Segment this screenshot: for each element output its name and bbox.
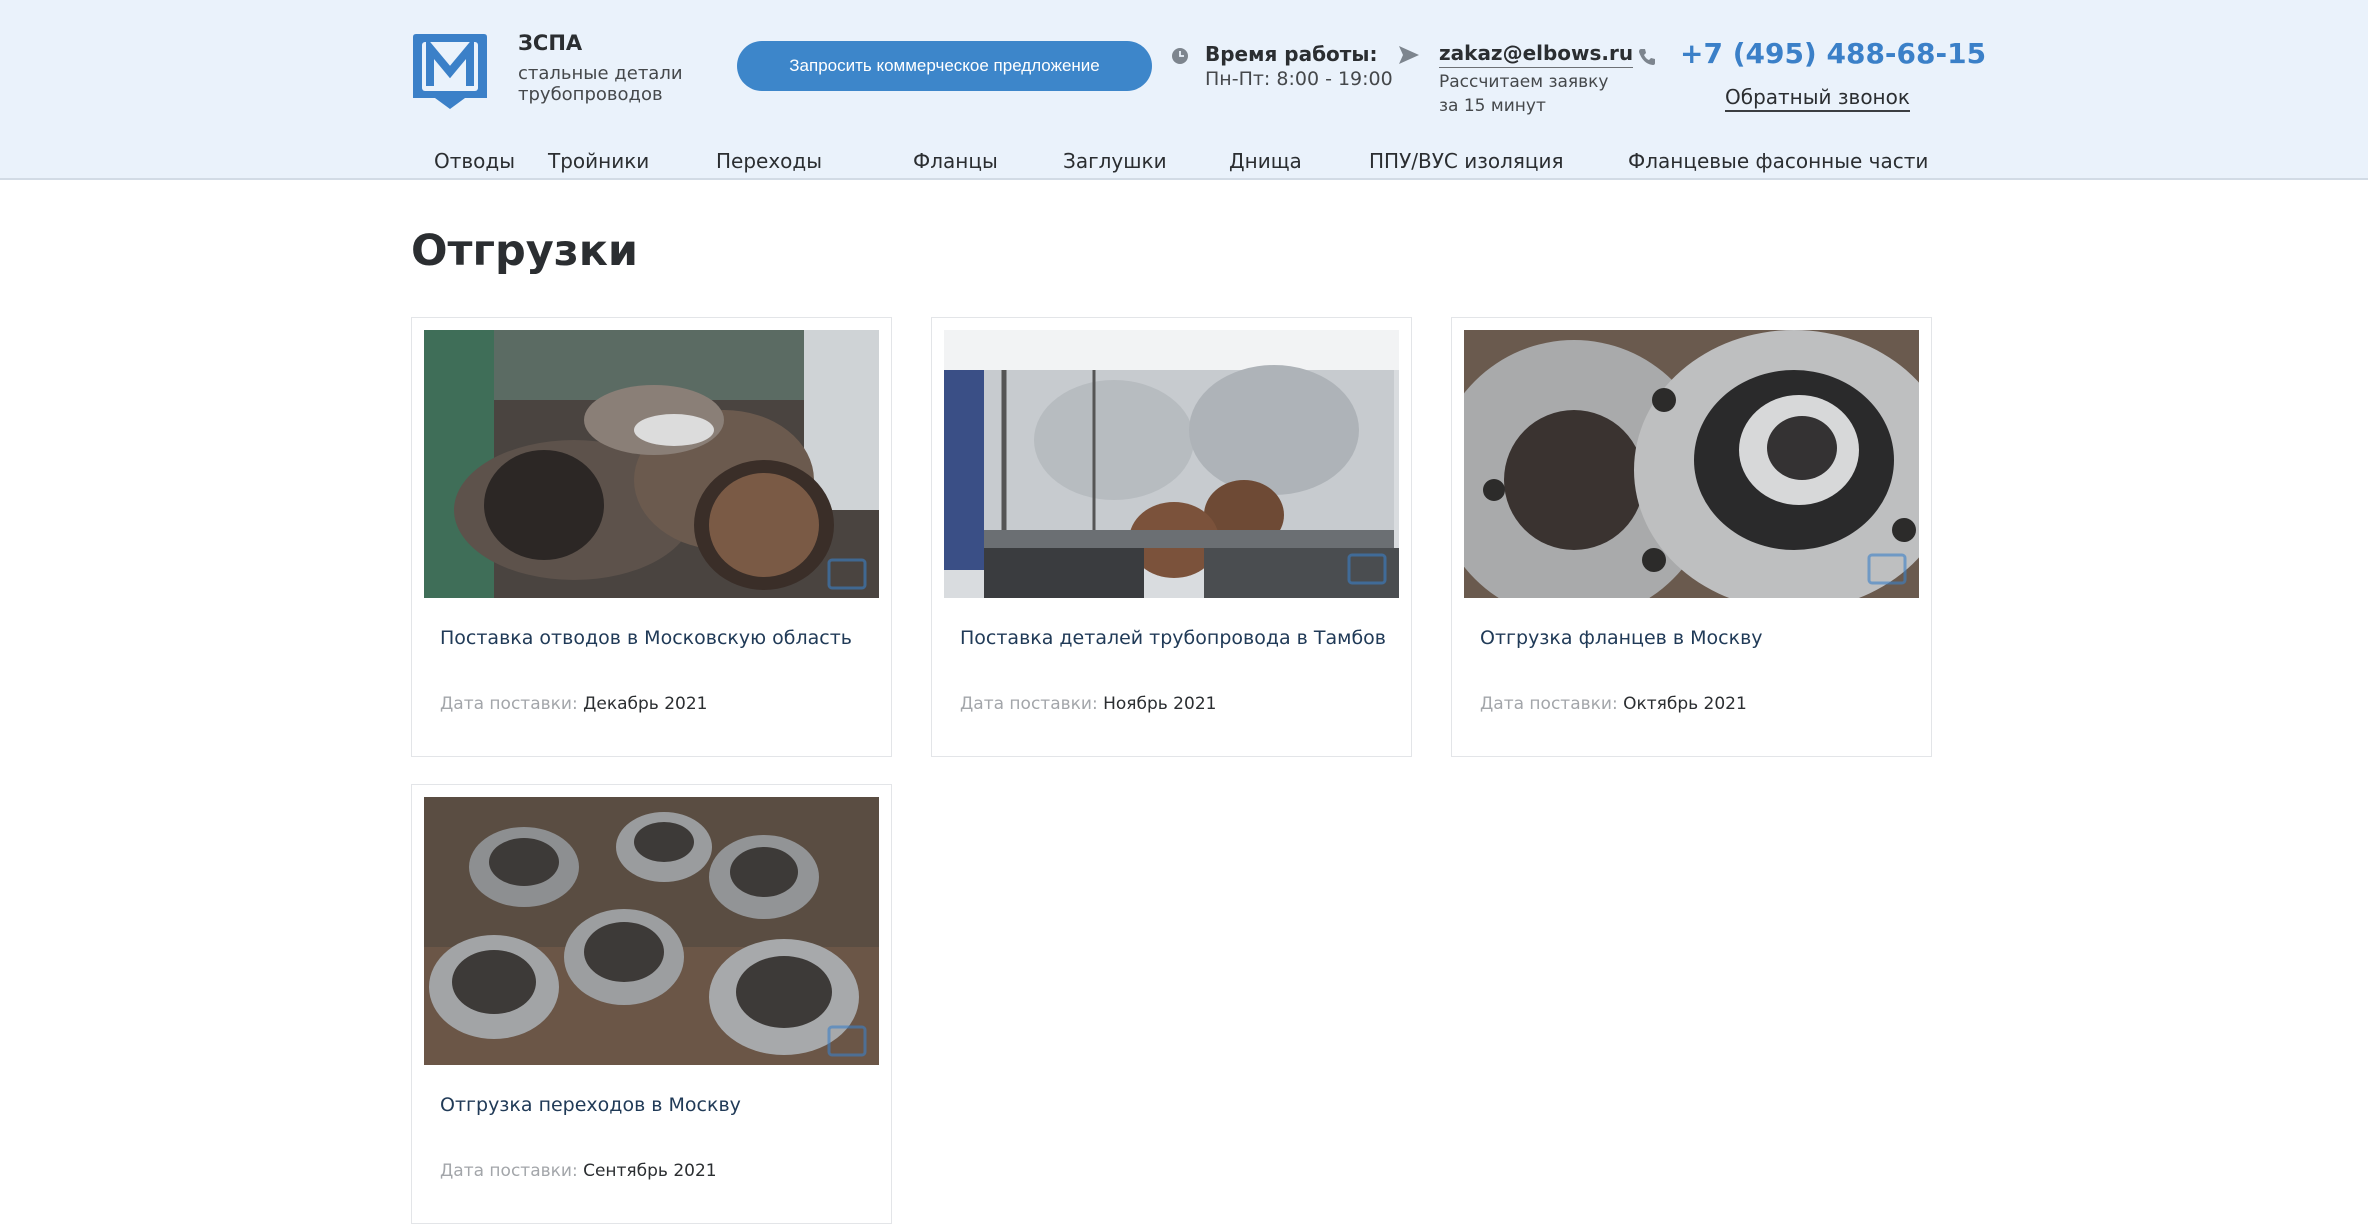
- nav-item-elbows[interactable]: Отводы: [434, 149, 515, 173]
- shipment-date: Дата поставки: Декабрь 2021: [440, 694, 707, 714]
- nav-item-caps[interactable]: Заглушки: [1063, 149, 1167, 173]
- working-hours-value: Пн-Пт: 8:00 - 19:00: [1205, 68, 1393, 90]
- brand-name: ЗСПА: [518, 31, 583, 55]
- request-offer-button[interactable]: Запросить коммерческое предложение: [737, 41, 1152, 91]
- shipment-card[interactable]: Поставка отводов в Московскую область Да…: [411, 317, 892, 757]
- site-header: ЗСПА стальные детали трубопроводов Запро…: [0, 0, 2368, 180]
- shipment-card[interactable]: Поставка деталей трубопровода в Тамбов Д…: [931, 317, 1412, 757]
- date-value: Октябрь 2021: [1623, 694, 1747, 714]
- working-hours-title: Время работы:: [1205, 42, 1378, 66]
- date-label: Дата поставки:: [1480, 694, 1618, 714]
- nav-item-heads[interactable]: Днища: [1229, 149, 1302, 173]
- shipment-date: Дата поставки: Ноябрь 2021: [960, 694, 1216, 714]
- shipment-date: Дата поставки: Сентябрь 2021: [440, 1161, 717, 1181]
- shipment-card[interactable]: Отгрузка переходов в Москву Дата поставк…: [411, 784, 892, 1224]
- shipment-title[interactable]: Отгрузка фланцев в Москву: [1480, 625, 1910, 651]
- date-value: Декабрь 2021: [583, 694, 708, 714]
- nav-item-reducers[interactable]: Переходы: [716, 149, 822, 173]
- shipment-card[interactable]: Отгрузка фланцев в Москву Дата поставки:…: [1451, 317, 1932, 757]
- nav-item-tees[interactable]: Тройники: [548, 149, 649, 173]
- shipment-title[interactable]: Поставка отводов в Московскую область: [440, 625, 870, 651]
- nav-item-flanges[interactable]: Фланцы: [913, 149, 998, 173]
- date-label: Дата поставки:: [440, 1161, 578, 1181]
- date-value: Сентябрь 2021: [583, 1161, 717, 1181]
- shipment-title[interactable]: Отгрузка переходов в Москву: [440, 1092, 870, 1118]
- page-title: Отгрузки: [411, 226, 639, 276]
- flanges-photo[interactable]: [1464, 330, 1919, 598]
- date-label: Дата поставки:: [960, 694, 1098, 714]
- brand-subtitle: стальные детали трубопроводов: [518, 63, 683, 105]
- nav-item-insulation[interactable]: ППУ/ВУС изоляция: [1369, 149, 1564, 173]
- phone-number[interactable]: +7 (495) 488-68-15: [1680, 37, 1986, 70]
- nav-item-flanged-fittings[interactable]: Фланцевые фасонные части: [1628, 149, 1928, 173]
- phone-icon: [1639, 49, 1655, 65]
- send-icon: [1399, 46, 1419, 64]
- email-note: Рассчитаем заявку за 15 минут: [1439, 72, 1609, 116]
- logo-icon[interactable]: [410, 30, 490, 112]
- date-value: Ноябрь 2021: [1103, 694, 1217, 714]
- clock-icon: [1172, 48, 1188, 64]
- pipe-elbows-photo[interactable]: [424, 330, 879, 598]
- shipment-title[interactable]: Поставка деталей трубопровода в Тамбов: [960, 625, 1390, 651]
- date-label: Дата поставки:: [440, 694, 578, 714]
- truck-loaded-photo[interactable]: [944, 330, 1399, 598]
- callback-link[interactable]: Обратный звонок: [1725, 85, 1910, 112]
- reducers-photo[interactable]: [424, 797, 879, 1065]
- shipment-date: Дата поставки: Октябрь 2021: [1480, 694, 1747, 714]
- email-link[interactable]: zakaz@elbows.ru: [1439, 41, 1634, 68]
